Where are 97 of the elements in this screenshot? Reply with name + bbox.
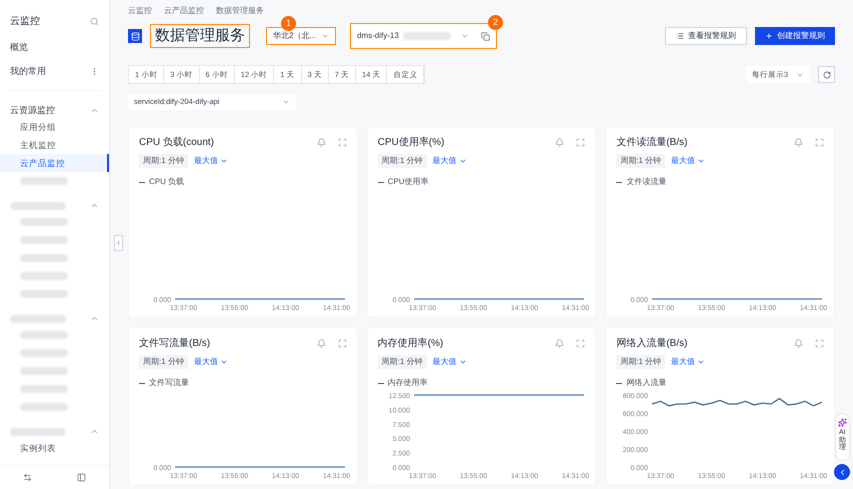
blurred-text [20,403,68,411]
aggregate-dropdown[interactable]: 最大值 [671,155,706,167]
bell-icon[interactable] [316,138,326,147]
chevron-left-icon [115,239,122,247]
step-badge: 1 [281,16,296,31]
aggregate-dropdown[interactable]: 最大值 [432,155,467,167]
card-title: 网络入流量(B/s) [616,336,688,351]
create-alert-rule-button[interactable]: 创建报警规则 [755,27,835,45]
chevron-down-icon [220,358,228,366]
card-title: CPU 负载(count) [139,136,214,150]
list-icon [676,32,684,40]
blurred-text [20,290,68,298]
sidebar-title: 云监控 [10,15,40,29]
legend-label: CPU 负载 [149,176,184,188]
blurred-text [20,331,68,339]
legend-label: CPU使用率 [388,176,429,188]
bell-icon[interactable] [794,339,803,348]
legend-label: 文件读流量 [626,176,666,188]
nav-item[interactable]: 主机监控 [0,136,109,154]
refresh-icon [822,70,830,78]
view-alert-rules-button[interactable]: 查看报警规则 [665,27,747,45]
fullscreen-icon[interactable] [815,339,824,348]
nav-item[interactable]: 实例列表 [0,439,109,457]
step-badge: 2 [488,15,503,30]
fullscreen-icon[interactable] [338,339,347,348]
blurred-text [20,218,68,226]
panel-icon[interactable] [77,473,86,482]
breadcrumb-link[interactable]: 云产品监控 [164,5,204,17]
period-tag: 周期:1 分钟 [139,154,188,168]
sidebar-link[interactable]: 概览 [10,41,28,54]
aggregate-dropdown[interactable]: 最大值 [194,356,228,368]
nav-item[interactable]: 应用分组 [0,118,109,136]
blurred-text [20,177,68,185]
bell-icon[interactable] [555,138,564,147]
switch-icon[interactable] [22,473,32,482]
fullscreen-icon[interactable] [576,339,586,348]
breadcrumb-link[interactable]: 数据管理服务 [216,5,264,17]
legend-label: 文件写流量 [149,377,189,389]
group-heading: 云资源监控 [10,104,55,117]
period-tag: 周期:1 分钟 [616,154,666,168]
period-tag: 周期:1 分钟 [139,355,188,369]
period-tag: 周期:1 分钟 [616,355,666,369]
legend-label: 内存使用率 [388,377,428,389]
chevron-down-icon [697,157,706,165]
product-logo-icon [128,29,142,43]
period-tag: 周期:1 分钟 [378,154,427,168]
chevron-down-icon [282,98,290,106]
page-title: 数据管理服务 [150,24,250,48]
collapse-button[interactable] [834,464,850,480]
fullscreen-icon[interactable] [338,138,347,147]
legend-label: 网络入流量 [626,377,666,389]
period-tag: 周期:1 分钟 [378,355,427,369]
sparkle-icon [838,418,847,427]
search-icon[interactable] [90,17,99,26]
plus-icon [765,32,773,40]
chevron-down-icon [321,32,329,40]
bell-icon[interactable] [316,339,326,348]
fullscreen-icon[interactable] [815,138,824,147]
card-title: CPU使用率(%) [378,136,444,150]
chevron-up-icon[interactable] [90,427,99,436]
nav-item[interactable]: 云产品监控 [0,154,109,172]
blurred-text [20,367,68,375]
sidebar-link[interactable]: 我的常用 [10,64,46,78]
card-title: 内存使用率(%) [378,336,444,351]
card-title: 文件写流量(B/s) [139,336,210,351]
card-title: 文件读流量(B/s) [616,136,688,150]
aggregate-dropdown[interactable]: 最大值 [194,155,228,167]
blurred-text [20,254,68,262]
aggregate-dropdown[interactable]: 最大值 [432,356,467,368]
legend-line-icon [616,382,622,384]
bell-icon[interactable] [555,339,564,348]
blurred-text [20,349,68,357]
chevron-down-icon [461,32,469,40]
refresh-button[interactable] [818,66,835,83]
chevron-down-icon [458,358,467,366]
blurred-text [20,272,68,280]
copy-icon[interactable] [481,32,490,40]
bell-icon[interactable] [794,138,803,147]
chevron-down-icon [458,157,467,165]
fullscreen-icon[interactable] [576,138,586,147]
chevron-down-icon [697,358,706,366]
region-select[interactable]: 华北2（北... [266,27,336,45]
aggregate-dropdown[interactable]: 最大值 [671,356,706,368]
chevron-down-icon [220,157,228,165]
collapse-handle[interactable] [114,235,123,251]
chevron-up-icon[interactable] [90,201,99,210]
blurred-text [10,428,66,436]
chevron-up-icon[interactable] [90,314,99,323]
blurred-text [402,32,451,40]
chevron-up-icon[interactable] [90,106,99,115]
blurred-text [20,236,68,244]
legend-line-icon [139,382,145,384]
legend-line-icon [378,382,384,384]
blurred-text [10,202,66,210]
blurred-text [20,385,68,393]
blurred-text [10,314,66,322]
breadcrumb-link[interactable]: 云监控 [128,5,152,17]
